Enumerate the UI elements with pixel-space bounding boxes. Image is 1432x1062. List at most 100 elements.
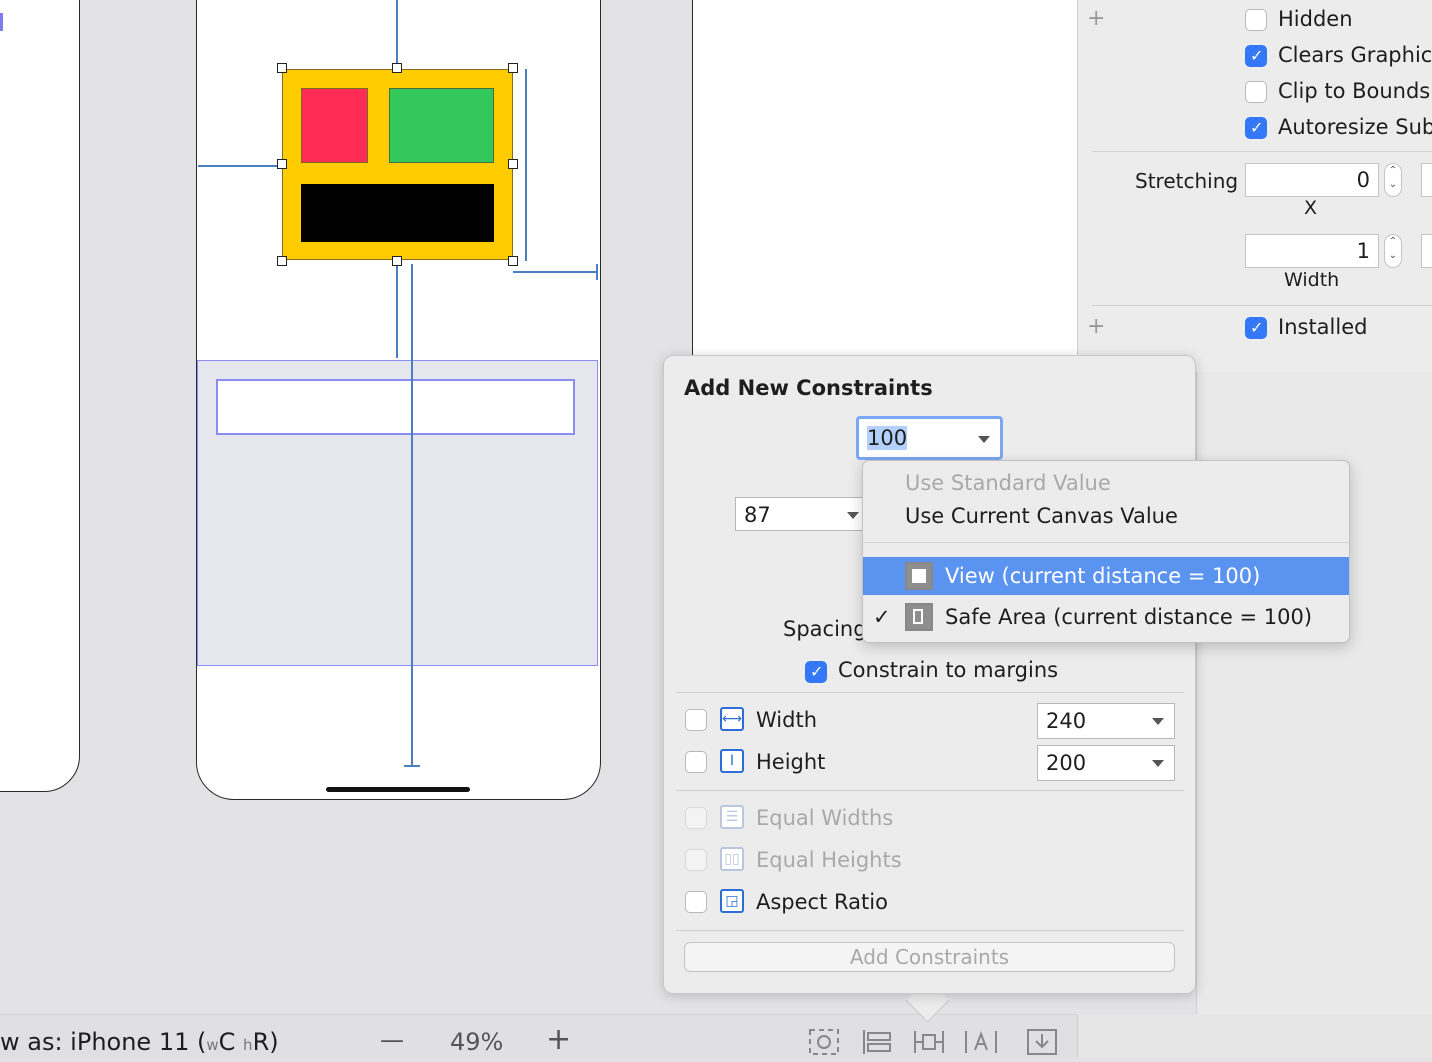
height-combo[interactable]: 200 <box>1037 745 1175 781</box>
stretch-width-stepper[interactable]: ⌃ ⌄ <box>1384 234 1402 268</box>
equal-widths-label: Equal Widths <box>756 806 894 830</box>
stretching-label: Stretching <box>1135 169 1239 193</box>
menu-item-safe-area-label: Safe Area (current distance = 100) <box>945 605 1313 629</box>
resize-handle[interactable] <box>508 63 518 73</box>
popover-title: Add New Constraints <box>684 376 933 400</box>
stretch-x-stepper[interactable]: ⌃ ⌄ <box>1384 163 1402 197</box>
size-class-w: w <box>206 1036 219 1054</box>
hidden-label: Hidden <box>1278 7 1353 31</box>
add-variation-icon[interactable]: + <box>1087 314 1105 339</box>
update-frames-icon[interactable] <box>808 1028 840 1062</box>
equal-widths-checkbox[interactable] <box>685 807 707 829</box>
aspect-ratio-label: Aspect Ratio <box>756 890 888 914</box>
height-checkbox[interactable] <box>685 751 707 773</box>
menu-item-safe-area[interactable]: ✓ Safe Area (current distance = 100) <box>863 598 1349 636</box>
autoresize-label: Autoresize Sub <box>1278 115 1432 139</box>
safe-area-icon <box>905 603 933 631</box>
divider <box>676 692 1184 693</box>
chevron-down-icon[interactable] <box>978 436 990 443</box>
top-spacing-value: 100 <box>867 426 908 450</box>
aspect-ratio-icon: ◲ <box>720 889 744 913</box>
text-field-placeholder[interactable] <box>216 379 575 435</box>
view-as-label: w as: iPhone 11 ( <box>0 1028 207 1056</box>
add-variation-icon[interactable]: + <box>1087 6 1105 31</box>
checkmark-icon: ✓ <box>873 605 891 629</box>
constraint-long-line-overlay <box>411 360 413 666</box>
clears-graphics-label: Clears Graphic <box>1278 43 1432 67</box>
device-frame-right <box>692 0 1078 360</box>
device-frame-left <box>0 0 80 792</box>
resize-handle[interactable] <box>277 63 287 73</box>
resolve-issues-icon[interactable] <box>964 1028 998 1062</box>
constraint-top-line[interactable] <box>396 0 398 68</box>
resize-handle[interactable] <box>277 159 287 169</box>
view-as-device[interactable]: w as: iPhone 11 (wC hR) <box>0 1028 279 1056</box>
left-spacing-combo[interactable]: 87 <box>735 497 870 531</box>
chevron-down-icon[interactable] <box>847 512 859 519</box>
menu-item-use-standard: Use Standard Value <box>905 471 1111 495</box>
resize-handle[interactable] <box>277 256 287 266</box>
constraint-trailing-line[interactable] <box>513 271 597 273</box>
chevron-down-icon[interactable] <box>1152 760 1164 767</box>
size-class-h-value: R) <box>252 1028 279 1056</box>
width-checkbox[interactable] <box>685 709 707 731</box>
stretch-height-field[interactable] <box>1421 234 1432 268</box>
constraint-height-line[interactable] <box>525 69 527 261</box>
stretch-width-caption: Width <box>1284 269 1340 291</box>
add-constraints-icon[interactable] <box>913 1028 945 1062</box>
spacing-label: Spacing <box>783 617 867 641</box>
equal-heights-checkbox[interactable] <box>685 849 707 871</box>
resize-handle[interactable] <box>508 256 518 266</box>
stack-views-icon[interactable] <box>861 1028 893 1062</box>
width-value: 240 <box>1046 709 1087 733</box>
installed-label: Installed <box>1278 315 1368 339</box>
hidden-checkbox[interactable] <box>1245 9 1267 31</box>
clears-graphics-checkbox[interactable] <box>1245 45 1267 67</box>
stretch-x-caption: X <box>1304 197 1318 219</box>
constrain-margins-label: Constrain to margins <box>838 658 1059 682</box>
menu-item-view[interactable]: View (current distance = 100) <box>863 557 1349 595</box>
red-view[interactable] <box>301 88 368 163</box>
selection-marker <box>0 13 3 31</box>
constraint-bottom-line[interactable] <box>396 262 398 358</box>
resize-handle[interactable] <box>392 63 402 73</box>
view-square-icon <box>905 562 933 590</box>
top-spacing-combo[interactable]: 100 <box>856 416 1003 460</box>
height-constraint-icon: I <box>720 749 744 773</box>
clip-to-bounds-checkbox[interactable] <box>1245 81 1267 103</box>
zoom-out-button[interactable]: — <box>380 1026 404 1054</box>
menu-item-use-canvas[interactable]: Use Current Canvas Value <box>863 504 1391 528</box>
stretch-width-field[interactable]: 1 <box>1245 234 1379 268</box>
constraint-leading-line[interactable] <box>198 165 282 167</box>
home-indicator <box>326 787 470 792</box>
installed-checkbox[interactable] <box>1245 317 1267 339</box>
chevron-down-icon[interactable] <box>1152 718 1164 725</box>
add-constraints-button[interactable]: Add Constraints <box>684 942 1175 972</box>
inspector-bottom <box>1077 1014 1432 1058</box>
menu-divider <box>863 542 1349 543</box>
resize-handle[interactable] <box>392 256 402 266</box>
constraint-end-cap <box>404 765 420 767</box>
zoom-level: 49% <box>450 1028 504 1056</box>
divider <box>676 930 1184 931</box>
menu-item-view-label: View (current distance = 100) <box>945 564 1261 588</box>
equal-heights-icon: ▯▯ <box>720 847 744 871</box>
constrain-margins-checkbox[interactable] <box>805 661 827 683</box>
embed-in-icon[interactable] <box>1026 1028 1058 1062</box>
equal-widths-icon: ☰ <box>720 805 744 829</box>
autoresize-checkbox[interactable] <box>1245 117 1267 139</box>
left-spacing-value: 87 <box>744 503 771 527</box>
clip-to-bounds-label: Clip to Bounds <box>1278 79 1431 103</box>
size-class-h: h <box>243 1036 253 1054</box>
constraint-end-cap <box>596 264 598 280</box>
width-combo[interactable]: 240 <box>1037 703 1175 739</box>
stretch-y-field[interactable] <box>1421 163 1432 197</box>
spacing-dropdown-menu: Use Standard Value Use Current Canvas Va… <box>862 460 1350 643</box>
black-view[interactable] <box>301 184 494 242</box>
green-view[interactable] <box>389 88 494 163</box>
resize-handle[interactable] <box>508 159 518 169</box>
height-value: 200 <box>1046 751 1087 775</box>
aspect-ratio-checkbox[interactable] <box>685 891 707 913</box>
stretch-x-field[interactable]: 0 <box>1245 163 1379 197</box>
zoom-in-button[interactable]: + <box>546 1022 571 1057</box>
